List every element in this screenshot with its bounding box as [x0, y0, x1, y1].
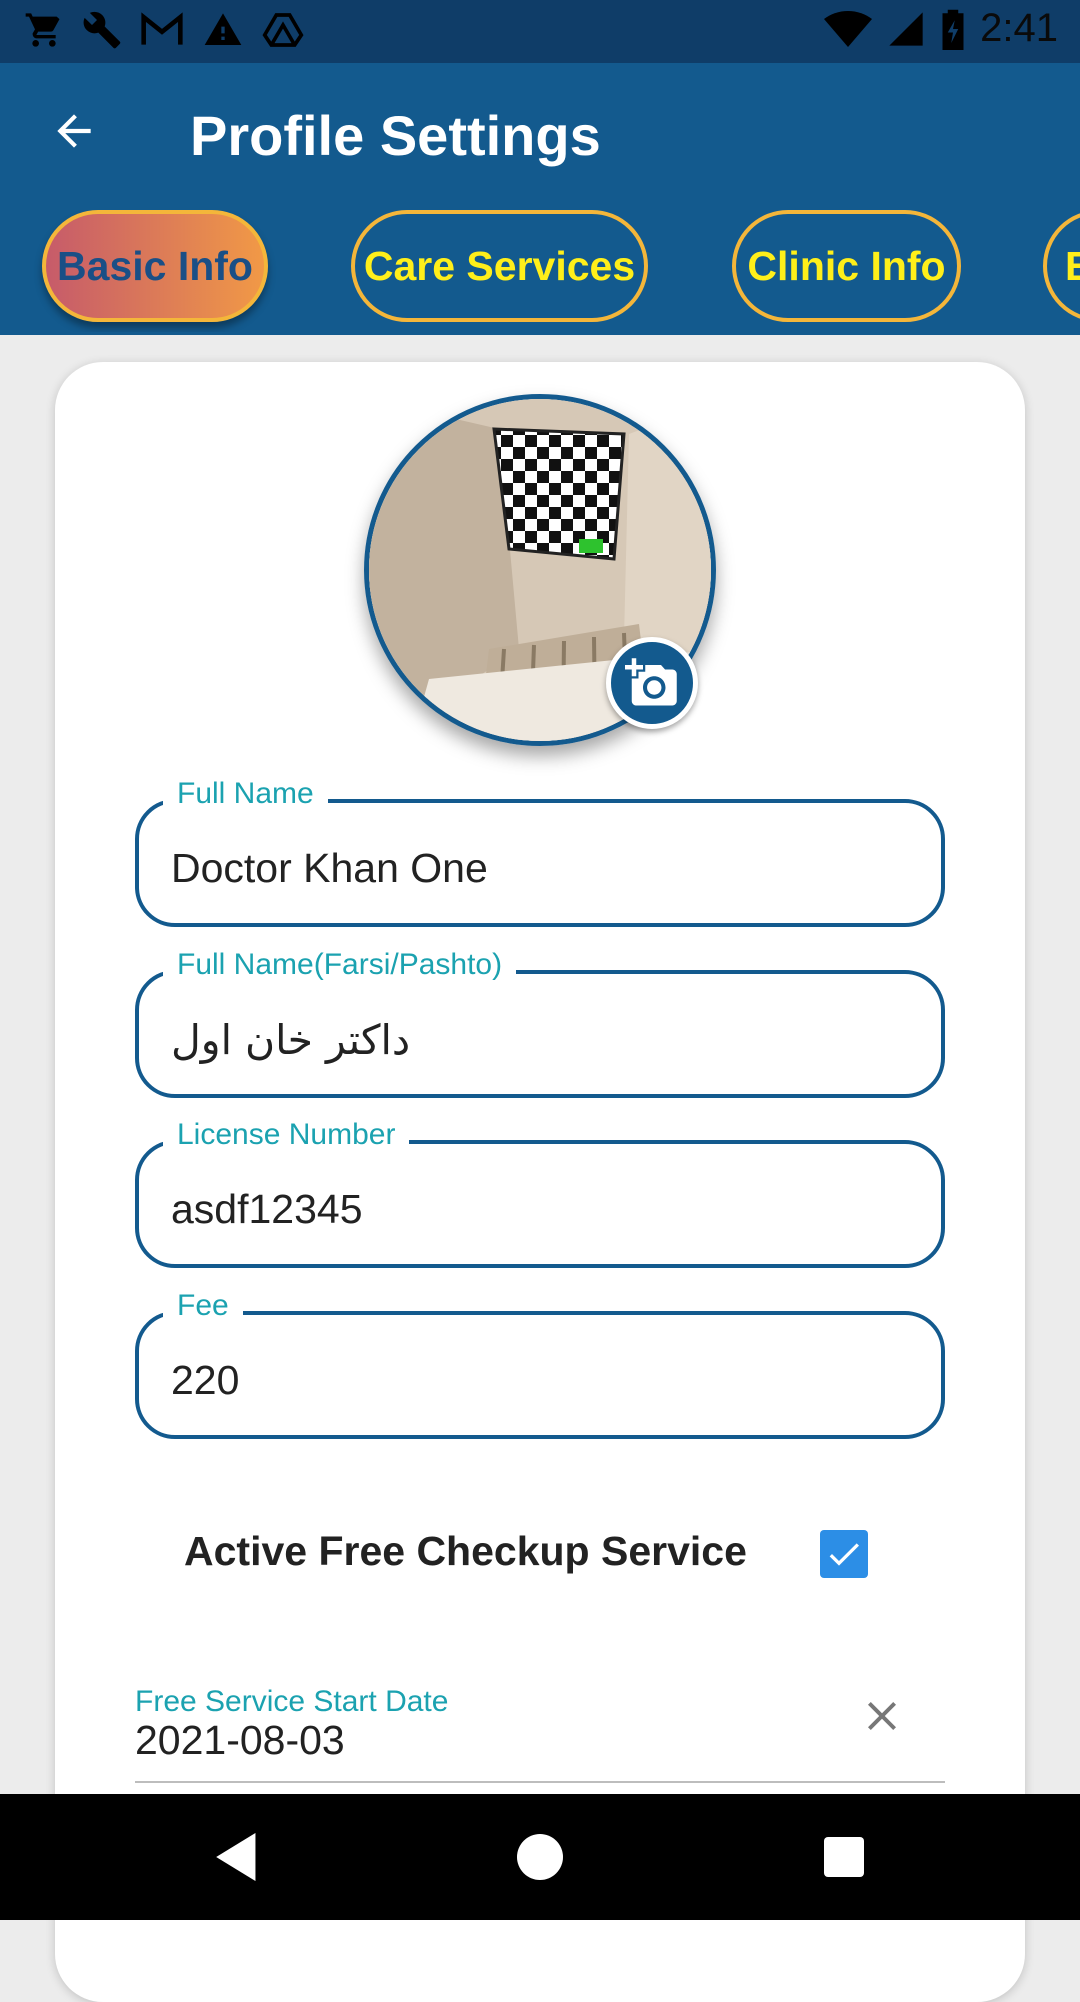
nav-back-button[interactable]	[208, 1827, 268, 1887]
system-nav-bar	[0, 1794, 1080, 1920]
app-bar: Profile Settings Basic Info Care Service…	[0, 63, 1080, 335]
wrench-icon	[83, 11, 121, 49]
back-arrow-icon	[57, 114, 91, 148]
wifi-icon	[824, 10, 873, 47]
license-number-field[interactable]: License Number asdf12345	[135, 1118, 945, 1268]
change-photo-button[interactable]	[606, 637, 698, 729]
license-number-value: asdf12345	[171, 1186, 363, 1232]
license-number-label: License Number	[163, 1118, 410, 1152]
nav-home-icon	[517, 1834, 563, 1880]
fee-field[interactable]: Fee 220	[135, 1289, 945, 1439]
nav-recents-icon	[824, 1837, 864, 1877]
status-notification-icons	[24, 10, 304, 50]
clear-date-button[interactable]	[858, 1692, 906, 1740]
tab-care-services[interactable]: Care Services	[351, 210, 648, 322]
full-name-field[interactable]: Full Name Doctor Khan One	[135, 777, 945, 927]
free-service-start-value[interactable]: 2021-08-03	[135, 1717, 345, 1764]
free-checkup-label: Active Free Checkup Service	[184, 1528, 747, 1574]
full-name-local-label: Full Name(Farsi/Pashto)	[163, 948, 517, 982]
free-service-start-label: Free Service Start Date	[135, 1685, 449, 1718]
nav-recents-button[interactable]	[814, 1827, 874, 1887]
full-name-label: Full Name	[163, 777, 328, 811]
status-bar: 2:41	[0, 0, 1080, 63]
tab-bar: Basic Info Care Services Clinic Info E	[0, 210, 1080, 332]
cart-icon	[25, 13, 60, 47]
page-title: Profile Settings	[190, 104, 601, 167]
date-underline	[135, 1781, 945, 1783]
tab-clinic-info[interactable]: Clinic Info	[732, 210, 961, 322]
tab-basic-info[interactable]: Basic Info	[42, 210, 268, 322]
battery-icon	[942, 9, 964, 50]
nav-home-button[interactable]	[510, 1827, 570, 1887]
status-time: 2:41	[980, 6, 1058, 50]
full-name-local-field[interactable]: Full Name(Farsi/Pashto) داکتر خان اول	[135, 948, 945, 1098]
gmail-icon	[141, 12, 183, 45]
tab-next-partial[interactable]: E	[1043, 210, 1080, 322]
back-button[interactable]	[46, 103, 102, 159]
signal-icon	[889, 11, 923, 46]
drive-icon	[262, 13, 304, 47]
full-name-local-value: داکتر خان اول	[171, 1016, 411, 1064]
free-checkup-checkbox[interactable]	[820, 1530, 868, 1578]
add-photo-icon	[625, 658, 677, 706]
fee-label: Fee	[163, 1289, 243, 1323]
fee-value: 220	[171, 1357, 240, 1403]
status-system-icons: 2:41	[824, 6, 1058, 51]
warning-icon	[204, 13, 242, 46]
close-icon	[868, 1702, 896, 1730]
nav-back-icon	[216, 1833, 256, 1881]
check-icon	[829, 1543, 859, 1566]
full-name-value: Doctor Khan One	[171, 845, 488, 891]
